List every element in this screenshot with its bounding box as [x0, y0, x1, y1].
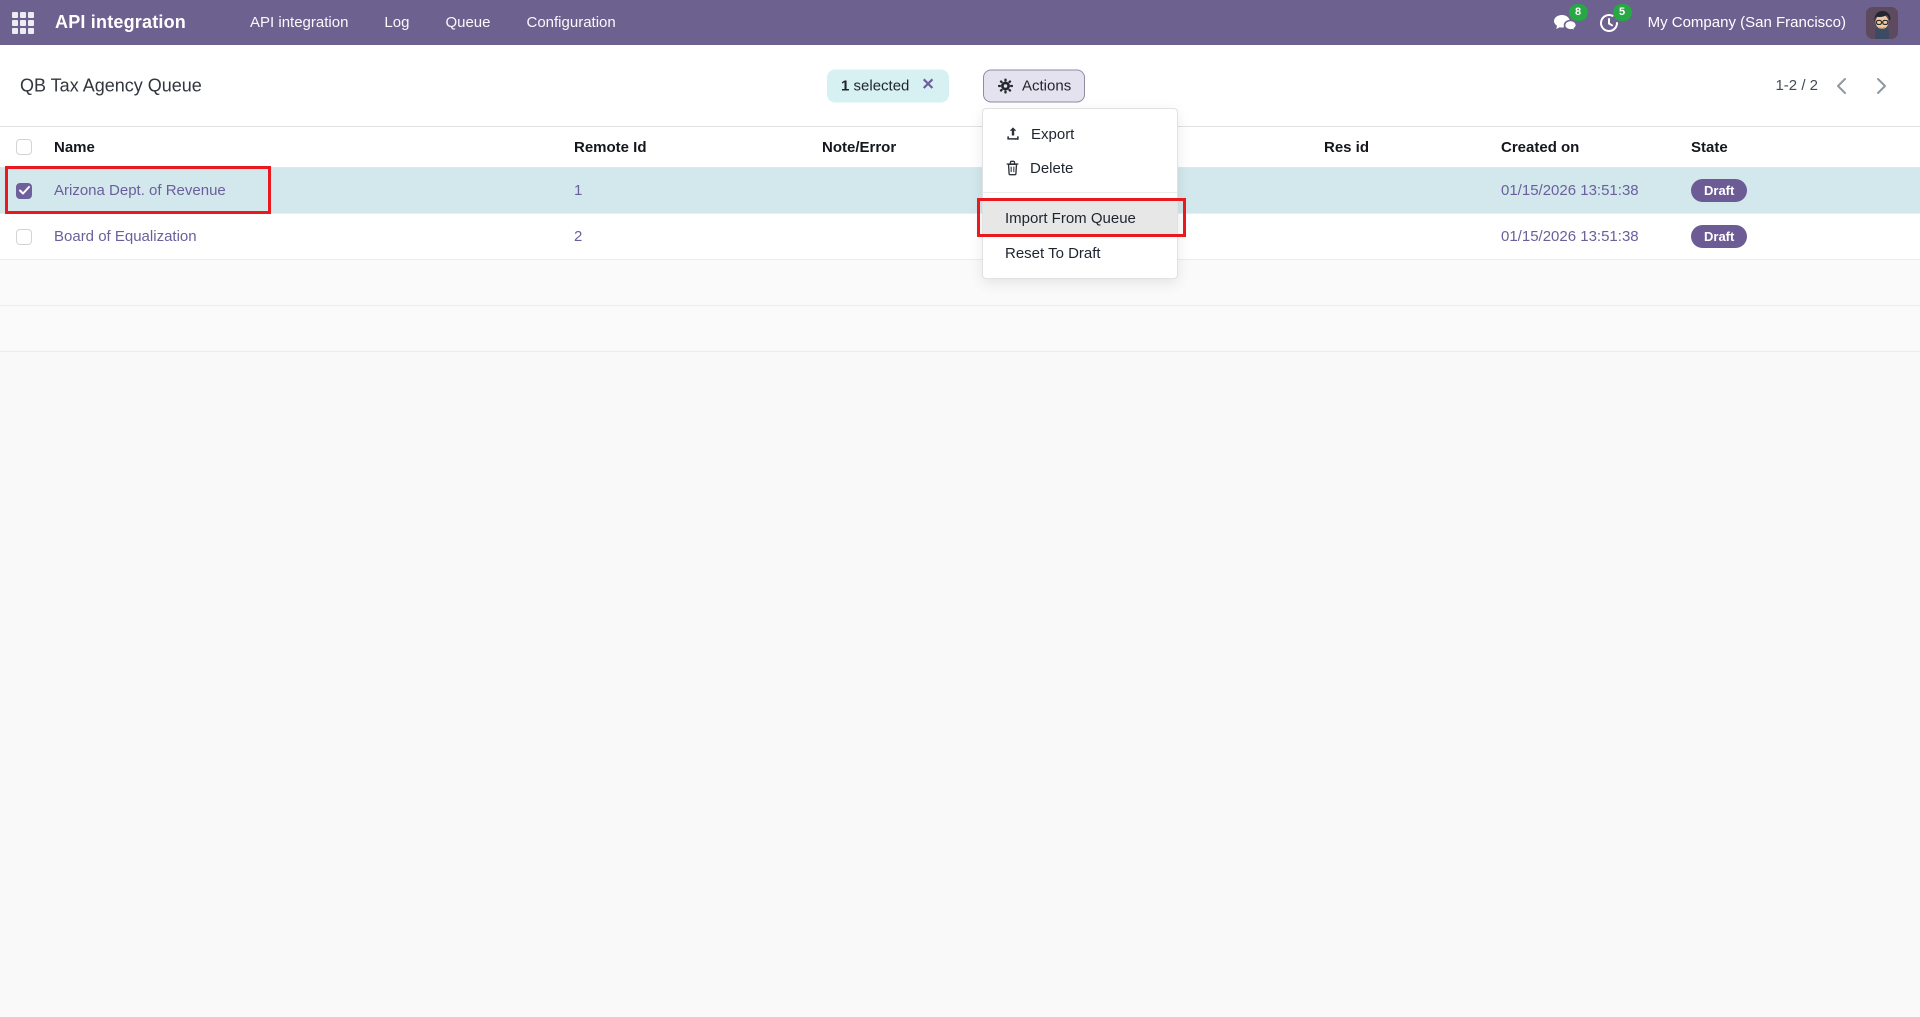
messages-button[interactable]: 8 — [1550, 3, 1588, 38]
menu-item-label: Delete — [1030, 159, 1074, 177]
list-view: Name Remote Id Note/Error Res id Created… — [0, 127, 1920, 352]
apps-grid-icon — [12, 11, 34, 34]
column-header-created-on[interactable]: Created on — [1497, 139, 1687, 156]
cell-created-on[interactable]: 01/15/2026 13:51:38 — [1497, 182, 1687, 199]
menu-item-label: Reset To Draft — [1005, 244, 1101, 262]
menu-separator — [983, 192, 1177, 193]
state-badge: Draft — [1691, 225, 1748, 248]
cell-remote-id[interactable]: 1 — [570, 182, 818, 199]
selection-counter: 1 selected ✕ — [827, 69, 949, 102]
pager-next-button[interactable] — [1864, 69, 1898, 103]
cell-name[interactable]: Arizona Dept. of Revenue — [44, 182, 570, 199]
selection-count: 1 — [841, 77, 850, 94]
empty-list-row — [0, 306, 1920, 352]
cell-name[interactable]: Board of Equalization — [44, 228, 570, 245]
menu-log[interactable]: Log — [378, 10, 415, 35]
menu-item-reset-to-draft[interactable]: Reset To Draft — [983, 236, 1177, 270]
pager: 1-2 / 2 — [1775, 69, 1898, 103]
menu-item-delete[interactable]: Delete — [983, 151, 1177, 185]
avatar-image — [1866, 6, 1898, 39]
column-header-remote-id[interactable]: Remote Id — [570, 139, 818, 156]
activities-count-badge: 5 — [1612, 3, 1632, 21]
menu-queue[interactable]: Queue — [439, 10, 496, 35]
app-title[interactable]: API integration — [55, 12, 186, 33]
state-badge: Draft — [1691, 179, 1748, 202]
clear-selection-button[interactable]: ✕ — [921, 77, 934, 94]
menu-item-import-from-queue[interactable]: Import From Queue — [983, 200, 1177, 236]
column-header-res-id[interactable]: Res id — [1320, 139, 1497, 156]
top-menu: API integration Log Queue Configuration — [244, 10, 622, 35]
selection-label: selected — [853, 77, 910, 94]
trash-icon — [1006, 160, 1019, 176]
menu-item-label: Import From Queue — [1005, 209, 1136, 227]
breadcrumb-title: QB Tax Agency Queue — [20, 75, 202, 95]
actions-button[interactable]: Actions — [983, 69, 1086, 102]
menu-configuration[interactable]: Configuration — [521, 10, 622, 35]
chevron-right-icon — [1876, 77, 1886, 94]
company-switcher[interactable]: My Company (San Francisco) — [1648, 14, 1846, 31]
cell-remote-id[interactable]: 2 — [570, 228, 818, 245]
row-checkbox[interactable] — [16, 228, 32, 245]
menu-item-export[interactable]: Export — [983, 117, 1177, 151]
actions-dropdown-menu: Export Delete Import From Queue Reset To… — [982, 108, 1178, 279]
messages-count-badge: 8 — [1568, 3, 1588, 21]
table-row[interactable]: Board of Equalization 2 01/15/2026 13:51… — [0, 214, 1920, 260]
actions-button-label: Actions — [1022, 77, 1072, 94]
table-row[interactable]: Arizona Dept. of Revenue 1 01/15/2026 13… — [0, 168, 1920, 214]
top-navbar: API integration API integration Log Queu… — [0, 0, 1920, 45]
checkmark-icon — [18, 186, 30, 195]
pager-previous-button[interactable] — [1824, 69, 1858, 103]
user-avatar[interactable] — [1866, 6, 1898, 39]
column-header-name[interactable]: Name — [44, 139, 570, 156]
cell-created-on[interactable]: 01/15/2026 13:51:38 — [1497, 228, 1687, 245]
activities-button[interactable]: 5 — [1594, 3, 1632, 38]
selection-text: 1 selected — [841, 77, 909, 94]
column-header-state[interactable]: State — [1687, 139, 1920, 156]
table-header-row: Name Remote Id Note/Error Res id Created… — [0, 127, 1920, 168]
chevron-left-icon — [1836, 77, 1846, 94]
select-all-checkbox[interactable] — [16, 139, 32, 155]
menu-api-integration[interactable]: API integration — [244, 10, 354, 35]
upload-icon — [1007, 127, 1019, 140]
pager-range: 1-2 / 2 — [1775, 77, 1818, 94]
empty-list-row — [0, 260, 1920, 306]
topbar-systray: 8 5 My Company (San Francisco) — [1550, 3, 1920, 39]
row-checkbox[interactable] — [16, 182, 32, 199]
menu-item-label: Export — [1031, 125, 1075, 143]
gear-icon — [998, 78, 1013, 93]
control-panel: QB Tax Agency Queue 1 selected ✕ Actions… — [0, 45, 1920, 127]
apps-menu-button[interactable] — [0, 0, 46, 45]
